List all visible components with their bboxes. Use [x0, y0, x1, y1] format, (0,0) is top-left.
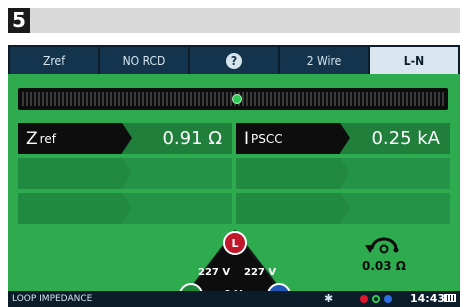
step-number: 5: [8, 8, 30, 33]
status-leds: [360, 295, 392, 303]
results-grid: Zref 0.91 Ω I PSCC 0.25 kA: [18, 123, 450, 228]
empty-value: [122, 158, 232, 189]
empty-value: [340, 193, 450, 224]
device-screen: Zref NO RCD ? 2 Wire L-N Zref 0.91 Ω I PS…: [8, 45, 460, 307]
empty-label: [236, 193, 350, 224]
status-bar: LOOP IMPEDANCE ✱ 14:43: [8, 291, 460, 307]
level-meter: [18, 88, 448, 110]
ipscc-label: I PSCC: [236, 123, 350, 154]
step-header: 5: [0, 0, 470, 42]
zref-value: 0.91 Ω: [122, 123, 232, 154]
blue-led-icon: [384, 295, 392, 303]
ipscc-label-sub: PSCC: [251, 131, 283, 146]
battery-icon: [444, 294, 456, 302]
empty-result: [18, 158, 232, 189]
empty-result: [18, 193, 232, 224]
results-row: [18, 193, 450, 224]
zref-label-sub: ref: [39, 131, 56, 146]
empty-result: [236, 193, 450, 224]
tab-no-rcd[interactable]: NO RCD: [100, 47, 188, 74]
tab-2-wire[interactable]: 2 Wire: [280, 47, 368, 74]
empty-label: [18, 158, 132, 189]
tab-zref[interactable]: Zref: [10, 47, 98, 74]
red-led-icon: [360, 295, 368, 303]
results-row: Zref 0.91 Ω I PSCC 0.25 kA: [18, 123, 450, 154]
voltage-l-pe: 227 V: [198, 267, 231, 278]
tab-help[interactable]: ?: [190, 47, 278, 74]
bluetooth-icon: ✱: [324, 292, 334, 305]
node-l: L: [223, 231, 247, 255]
polarity-readout: 0.03 Ω: [356, 231, 412, 275]
green-ring-led-icon: [372, 295, 380, 303]
empty-result: [236, 158, 450, 189]
function-tabs: Zref NO RCD ? 2 Wire L-N: [8, 45, 460, 74]
zref-label-main: Z: [26, 128, 38, 149]
voltage-l-n: 227 V: [244, 267, 277, 278]
rotation-icon: [365, 237, 399, 254]
results-row: [18, 158, 450, 189]
tab-l-n[interactable]: L-N: [370, 47, 458, 74]
mode-label: LOOP IMPEDANCE: [12, 294, 93, 304]
empty-label: [18, 193, 132, 224]
ipscc-value: 0.25 kA: [340, 123, 450, 154]
empty-value: [122, 193, 232, 224]
zref-label: Zref: [18, 123, 132, 154]
step-band: [8, 8, 460, 33]
ipscc-result: I PSCC 0.25 kA: [236, 123, 450, 154]
polarity-value: 0.03 Ω: [362, 259, 406, 273]
empty-label: [236, 158, 350, 189]
zref-result: Zref 0.91 Ω: [18, 123, 232, 154]
ipscc-label-main: I: [244, 128, 250, 149]
empty-value: [340, 158, 450, 189]
help-icon: ?: [226, 52, 242, 69]
clock: 14:43: [410, 292, 446, 305]
